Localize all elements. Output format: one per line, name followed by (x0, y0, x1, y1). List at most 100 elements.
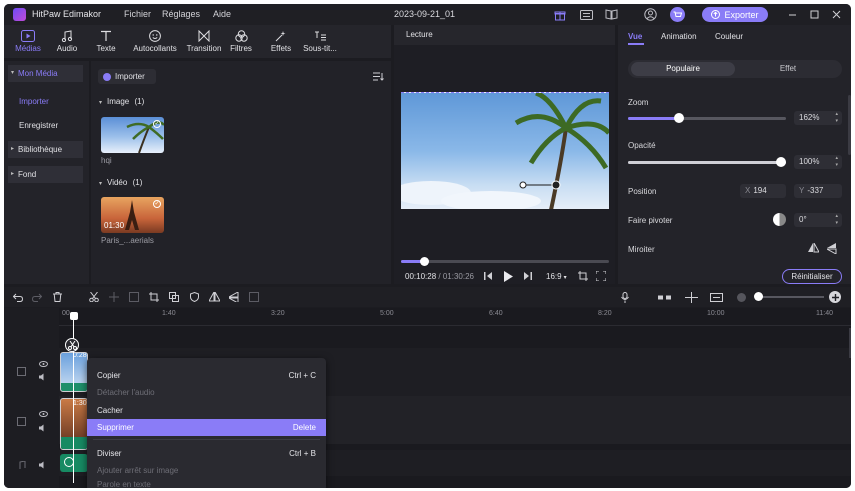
tool-texte[interactable]: Texte (90, 25, 122, 58)
speaker-icon[interactable] (38, 372, 48, 382)
rotate-tool-icon[interactable] (228, 291, 240, 303)
subtab-effet[interactable]: Effet (738, 62, 838, 76)
image-clip[interactable]: 0:28 (60, 352, 88, 392)
menu-item-delete[interactable]: Supprimer Delete (87, 419, 326, 436)
rotate-value-field[interactable]: 0° ▴ ▾ (794, 213, 842, 227)
next-frame-icon[interactable] (521, 270, 533, 282)
split-icon[interactable] (88, 291, 100, 303)
cart-icon[interactable] (670, 7, 685, 22)
play-icon[interactable] (501, 269, 515, 283)
time-ruler[interactable]: 00 1:40 3:20 5:00 6:40 8:20 10:00 11:40 (59, 308, 851, 326)
video-group-header[interactable]: ▾ Vidéo (1) (99, 178, 142, 187)
freeze-icon[interactable] (108, 291, 120, 303)
nav-enregistrer[interactable]: Enregistrer (8, 117, 83, 134)
video-thumbnail[interactable]: 01:30 ✓ (101, 197, 164, 233)
maximize-icon[interactable] (807, 7, 822, 22)
menu-aide[interactable]: Aide (213, 4, 231, 25)
undo-icon[interactable] (12, 291, 24, 303)
fit-timeline-icon[interactable] (709, 291, 723, 303)
stepper-icon[interactable]: ▴ ▾ (835, 213, 838, 227)
flip-horizontal-icon[interactable] (807, 242, 819, 254)
playhead-handle[interactable] (70, 312, 78, 320)
tab-couleur[interactable]: Couleur (715, 32, 743, 41)
menu-item-hide[interactable]: Cacher (87, 402, 326, 419)
tool-transition[interactable]: Transition (182, 25, 226, 58)
tool-sous-titres[interactable]: Sous-tit... (300, 25, 340, 58)
audio-clip[interactable] (60, 454, 88, 472)
tool-filtres[interactable]: Filtres (226, 25, 256, 58)
zoom-in-icon[interactable] (829, 291, 841, 303)
timeline-zoom-slider[interactable] (756, 296, 824, 298)
eye-icon[interactable] (38, 409, 48, 419)
zoom-slider-handle[interactable] (674, 113, 684, 123)
aspect-ratio-select[interactable]: 16:9 ▾ (546, 272, 567, 281)
zoom-slider[interactable] (628, 113, 786, 123)
timeline-scrollbar[interactable] (849, 328, 851, 358)
nav-importer[interactable]: Importer (8, 93, 83, 110)
previous-frame-icon[interactable] (482, 270, 494, 282)
mirror-tool-icon[interactable] (208, 291, 220, 303)
snap-icon[interactable] (684, 291, 698, 303)
reset-button[interactable]: Réinitialiser (782, 269, 842, 284)
sort-icon[interactable] (372, 70, 384, 82)
tool-effets[interactable]: Effets (266, 25, 296, 58)
minimize-icon[interactable] (785, 7, 800, 22)
crop-tool-icon[interactable] (148, 291, 160, 303)
image-thumbnail[interactable]: ✓ (101, 117, 164, 153)
video-clip[interactable]: 1:30 (60, 398, 88, 450)
more-tools-icon[interactable] (248, 291, 260, 303)
menu-item-split[interactable]: Diviser Ctrl + B (87, 445, 326, 462)
export-button[interactable]: Exporter (702, 7, 768, 22)
nav-mon-media[interactable]: ▾ Mon Média (8, 65, 83, 82)
menu-reglages[interactable]: Réglages (162, 4, 200, 25)
replace-icon[interactable] (168, 291, 180, 303)
rotate-dial-icon[interactable] (773, 213, 786, 226)
shield-icon[interactable] (188, 291, 200, 303)
fullscreen-icon[interactable] (595, 270, 607, 282)
speed-icon[interactable] (128, 291, 140, 303)
scrubber-handle[interactable] (420, 257, 429, 266)
zoom-out-icon[interactable] (737, 293, 746, 302)
opacity-value-field[interactable]: 100% ▴ ▾ (794, 155, 842, 169)
menu-fichier[interactable]: Fichier (124, 4, 151, 25)
nav-fond[interactable]: ▸ Fond (8, 166, 83, 183)
opacity-slider[interactable] (628, 157, 786, 167)
preview-canvas[interactable] (401, 92, 609, 209)
menu-item-speech-to-text[interactable]: Parole en texte (87, 479, 326, 488)
preview-scrubber[interactable] (401, 257, 609, 266)
position-y-field[interactable]: Y -337 (794, 184, 842, 198)
stepper-icon[interactable]: ▴ ▾ (835, 111, 838, 125)
crop-icon[interactable] (577, 270, 589, 282)
redo-icon[interactable] (31, 291, 43, 303)
tab-vue[interactable]: Vue (628, 32, 642, 41)
gift-icon[interactable] (552, 7, 567, 22)
tool-audio[interactable]: Audio (50, 25, 84, 58)
tool-medias[interactable]: Médias (8, 25, 48, 58)
eye-icon[interactable] (38, 359, 48, 369)
tool-autocollants[interactable]: Autocollants (126, 25, 184, 58)
tab-animation[interactable]: Animation (661, 32, 697, 41)
menu-item-copy[interactable]: Copier Ctrl + C (87, 367, 326, 384)
opacity-slider-handle[interactable] (776, 157, 786, 167)
import-button[interactable]: Importer (98, 69, 156, 84)
track-layout-icon[interactable] (657, 291, 671, 303)
flip-vertical-icon[interactable] (826, 242, 838, 254)
speaker-icon[interactable] (38, 423, 48, 433)
menu-item-freeze-frame[interactable]: Ajouter arrêt sur image (87, 462, 326, 479)
close-icon[interactable] (829, 7, 844, 22)
nav-bibliotheque[interactable]: ▸ Bibliothèque (8, 141, 83, 158)
book-icon[interactable] (604, 7, 619, 22)
image-group-header[interactable]: ▾ Image (1) (99, 97, 144, 106)
scissors-icon[interactable] (65, 338, 79, 352)
timeline-zoom-handle[interactable] (754, 292, 763, 301)
delete-icon[interactable] (51, 291, 63, 303)
keyboard-icon[interactable] (579, 7, 594, 22)
zoom-value-field[interactable]: 162% ▴ ▾ (794, 111, 842, 125)
stepper-icon[interactable]: ▴ ▾ (835, 155, 838, 169)
subtab-populaire[interactable]: Populaire (631, 62, 735, 76)
speaker-icon[interactable] (38, 460, 48, 470)
menu-item-detach-audio[interactable]: Détacher l'audio (87, 384, 326, 401)
inspector-scrollbar[interactable] (848, 95, 851, 155)
position-x-field[interactable]: X 194 (740, 184, 786, 198)
microphone-icon[interactable] (619, 291, 631, 303)
